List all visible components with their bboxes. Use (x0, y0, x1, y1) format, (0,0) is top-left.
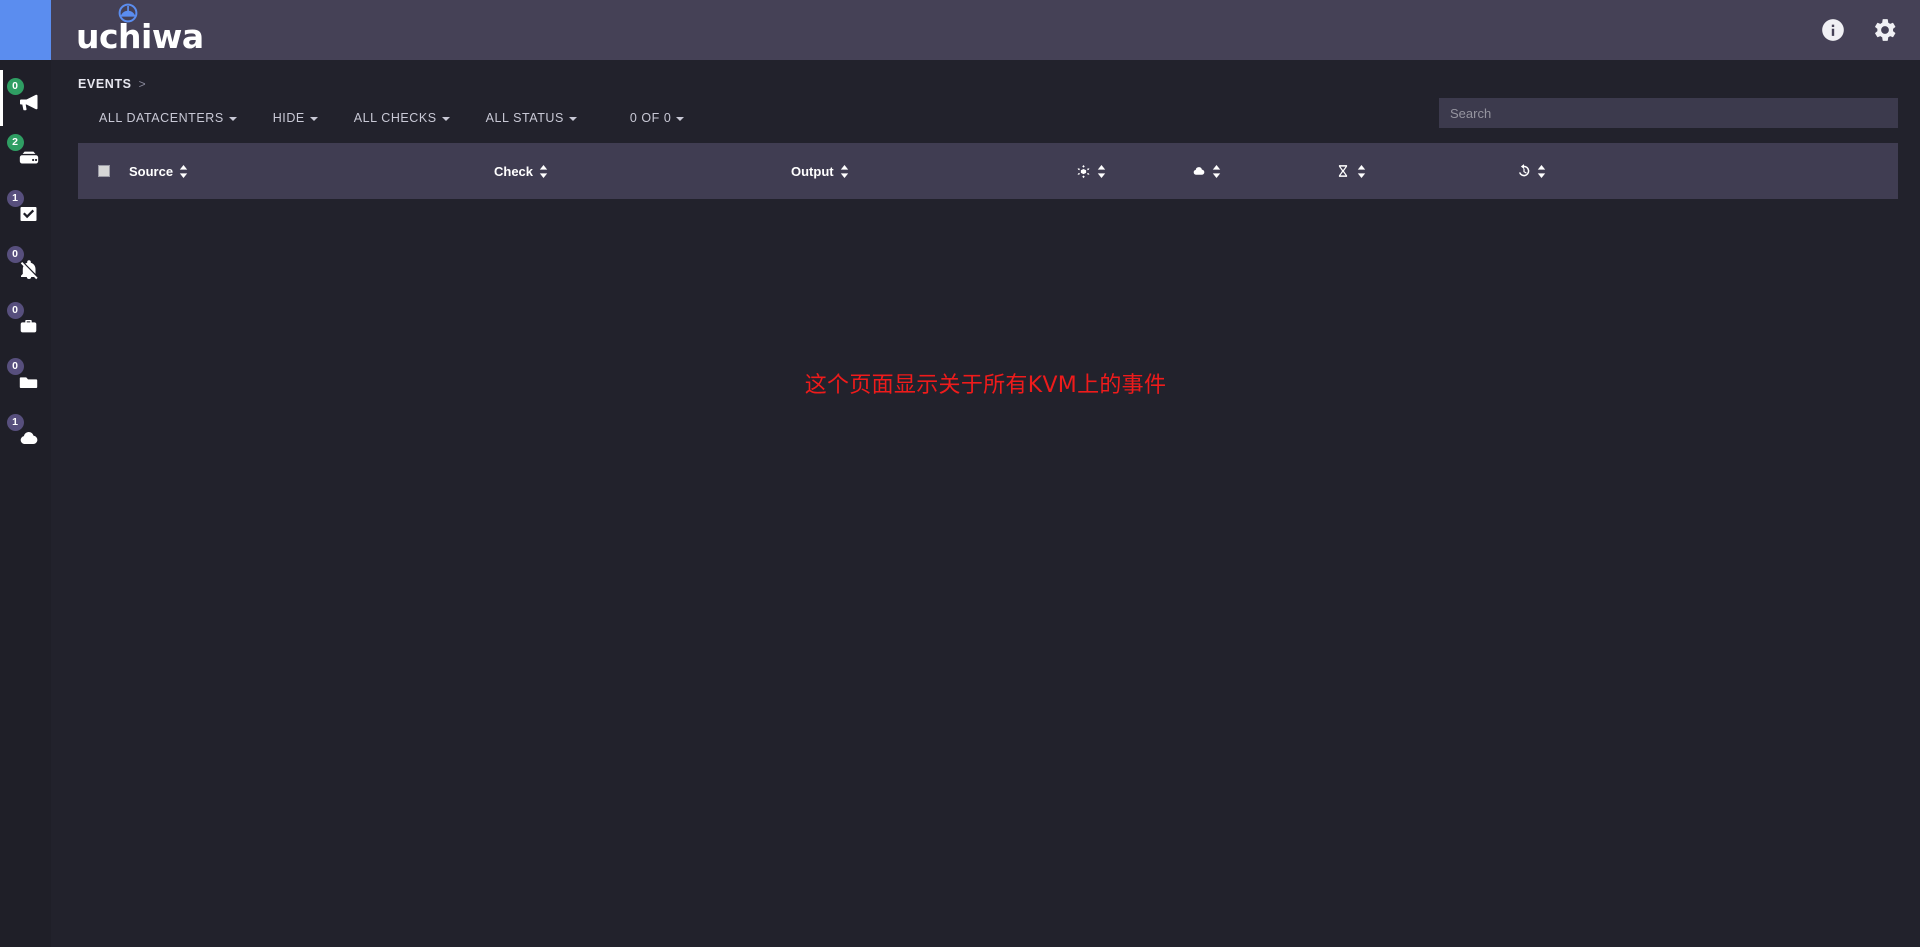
gear-icon[interactable] (1872, 17, 1898, 43)
app-logo[interactable]: uchiwa (76, 3, 204, 53)
sidebar-nav: 0 2 1 0 0 0 1 (0, 60, 51, 947)
column-status[interactable] (1076, 164, 1191, 179)
column-source[interactable]: Source (129, 164, 494, 179)
sidebar-badge-datacenters: 0 (6, 358, 24, 375)
sidebar: 0 2 1 0 0 0 1 (0, 0, 51, 947)
column-source-label: Source (129, 163, 174, 179)
history-icon (1516, 164, 1532, 179)
snowflake-icon (1076, 164, 1092, 179)
breadcrumb-separator: > (138, 77, 146, 91)
sort-icon (1097, 164, 1106, 178)
filter-pagination-label: 0 OF 0 (629, 110, 672, 125)
events-table: Source Check Output (51, 135, 1920, 199)
sidebar-item-silenced[interactable]: 0 (0, 238, 51, 294)
main-area: uchiwa EVENTS > ALL DATACENTERS HIDE ALL… (51, 0, 1920, 947)
breadcrumb: EVENTS > (51, 60, 1920, 91)
filter-hide-label: HIDE (272, 110, 305, 125)
chevron-down-icon (676, 116, 685, 121)
sidebar-item-cloud[interactable]: 1 (0, 406, 51, 462)
column-datacenter[interactable] (1191, 164, 1336, 179)
sidebar-accent-block (0, 0, 51, 60)
column-check-label: Check (494, 163, 534, 179)
column-history[interactable] (1516, 164, 1636, 179)
sort-icon (1212, 164, 1221, 178)
sidebar-badge-clients: 2 (6, 134, 24, 151)
table-header-row: Source Check Output (78, 143, 1898, 199)
select-all-checkbox[interactable] (97, 165, 110, 177)
hourglass-icon (1336, 164, 1352, 179)
filter-status[interactable]: ALL STATUS (468, 105, 595, 131)
sort-icon (179, 164, 188, 178)
sidebar-item-datacenters[interactable]: 0 (0, 350, 51, 406)
page-message: 这个页面显示关于所有KVM上的事件 (804, 373, 1167, 398)
filter-datacenters[interactable]: ALL DATACENTERS (81, 105, 255, 131)
filter-status-label: ALL STATUS (485, 110, 564, 125)
chevron-down-icon (441, 116, 450, 121)
sidebar-item-aggregates[interactable]: 0 (0, 294, 51, 350)
search-input[interactable] (1439, 98, 1898, 128)
app-root: 0 2 1 0 0 0 1 uchiwa EVENTS > ALL DATACE… (0, 0, 1920, 947)
column-check[interactable]: Check (494, 164, 791, 179)
filter-checks-label: ALL CHECKS (353, 110, 437, 125)
filter-datacenters-label: ALL DATACENTERS (99, 110, 224, 125)
sidebar-item-checks[interactable]: 1 (0, 182, 51, 238)
info-circle-icon[interactable] (1820, 17, 1846, 43)
topbar: uchiwa (51, 0, 1920, 60)
sort-icon (1537, 164, 1546, 178)
column-output-label: Output (791, 163, 834, 179)
sort-icon (840, 164, 849, 178)
chevron-down-icon (228, 116, 237, 121)
umbrella-icon (115, 3, 141, 25)
sidebar-badge-checks: 1 (6, 190, 24, 207)
sort-icon (539, 164, 548, 178)
column-duration[interactable] (1336, 164, 1516, 179)
filter-hide[interactable]: HIDE (255, 105, 336, 131)
chevron-down-icon (309, 116, 318, 121)
sidebar-item-clients[interactable]: 2 (0, 126, 51, 182)
sidebar-badge-aggregates: 0 (6, 302, 24, 319)
sort-icon (1357, 164, 1366, 178)
sidebar-badge-events: 0 (6, 78, 24, 95)
filter-group: ALL DATACENTERS HIDE ALL CHECKS ALL STAT… (51, 105, 702, 131)
column-output[interactable]: Output (791, 164, 1076, 179)
sidebar-badge-silenced: 0 (6, 246, 24, 263)
chevron-down-icon (568, 116, 577, 121)
sidebar-badge-cloud: 1 (6, 414, 24, 431)
topbar-actions (1820, 17, 1898, 43)
filter-bar: ALL DATACENTERS HIDE ALL CHECKS ALL STAT… (51, 91, 1920, 135)
cloud-icon (1191, 164, 1207, 179)
select-all-cell (78, 165, 129, 177)
sidebar-item-events[interactable]: 0 (0, 70, 51, 126)
breadcrumb-item-events[interactable]: EVENTS (78, 77, 132, 91)
filter-pagination[interactable]: 0 OF 0 (595, 105, 703, 131)
filter-checks[interactable]: ALL CHECKS (336, 105, 468, 131)
